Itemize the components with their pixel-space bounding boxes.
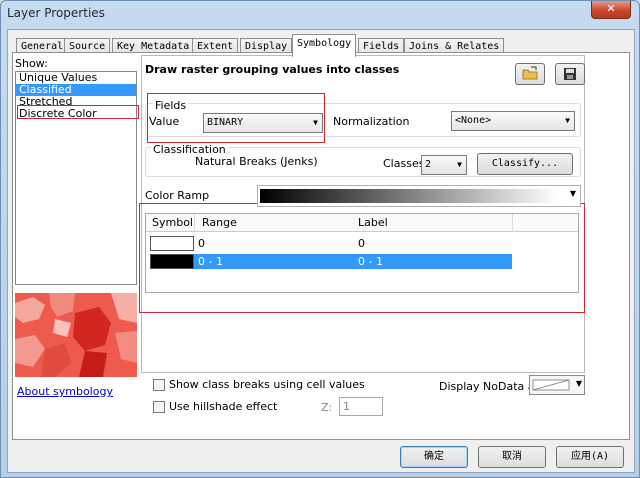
- range-cell: 0 - 1: [198, 255, 223, 268]
- about-symbology-link[interactable]: About symbology: [17, 385, 113, 398]
- cancel-button[interactable]: 取消: [478, 446, 546, 468]
- column-divider: [512, 214, 513, 232]
- symbol-swatch[interactable]: [150, 236, 194, 251]
- open-button[interactable]: [515, 63, 545, 85]
- range-cell: 0: [198, 237, 205, 250]
- chevron-down-icon: ▼: [457, 160, 462, 169]
- color-ramp-label: Color Ramp: [145, 189, 210, 202]
- nodata-color-picker[interactable]: ▼: [529, 375, 585, 395]
- color-ramp-dropdown[interactable]: ▼: [257, 185, 581, 207]
- chevron-down-icon: ▼: [565, 116, 570, 125]
- show-class-breaks-checkbox[interactable]: [153, 379, 165, 391]
- value-field-dropdown[interactable]: BINARY ▼: [203, 113, 323, 133]
- chevron-down-icon: ▼: [313, 118, 318, 127]
- col-label-header[interactable]: Label: [358, 216, 388, 229]
- highlight-box-classified: [17, 105, 139, 119]
- normalization-label: Normalization: [333, 115, 410, 128]
- save-disk-icon: [564, 68, 576, 80]
- ok-button[interactable]: 确定: [400, 446, 468, 468]
- z-factor-input[interactable]: 1: [339, 397, 383, 416]
- layer-properties-window: Layer Properties ✕ General Source Key Me…: [0, 0, 640, 478]
- symbology-preview-image: [15, 293, 137, 377]
- show-label: Show:: [15, 57, 48, 70]
- tab-symbology[interactable]: Symbology: [292, 34, 357, 57]
- col-symbol-header[interactable]: Symbol: [152, 216, 193, 229]
- title-bar[interactable]: Layer Properties ✕: [1, 1, 640, 29]
- open-folder-icon: [522, 66, 538, 80]
- chevron-down-icon: ▼: [575, 379, 582, 388]
- value-label: Value: [149, 115, 180, 128]
- classify-button[interactable]: Classify...: [477, 153, 573, 175]
- close-button[interactable]: ✕: [591, 1, 631, 19]
- normalization-dropdown[interactable]: <None> ▼: [451, 111, 575, 131]
- show-class-breaks-label: Show class breaks using cell values: [169, 378, 365, 391]
- table-row[interactable]: 0 - 1 0 - 1: [150, 254, 512, 269]
- color-ramp-gradient: [260, 189, 558, 203]
- renderer-heading: Draw raster grouping values into classes: [145, 63, 400, 76]
- classes-value: 2: [425, 159, 432, 170]
- no-color-swatch-icon: [532, 379, 570, 391]
- label-cell: 0 - 1: [358, 255, 383, 268]
- normalization-value: <None>: [455, 115, 492, 126]
- symbol-swatch[interactable]: [150, 254, 194, 269]
- classes-label: Classes: [383, 157, 425, 170]
- fields-group-label: Fields: [153, 99, 189, 112]
- table-row[interactable]: 0 0: [150, 236, 512, 251]
- class-table[interactable]: Symbol Range Label 0 0 0 - 1 0 - 1: [145, 213, 579, 293]
- chevron-down-icon: ▼: [569, 189, 576, 198]
- z-label: Z:: [321, 401, 333, 414]
- column-divider: [194, 214, 195, 232]
- classification-method: Natural Breaks (Jenks): [195, 155, 318, 168]
- window-title: Layer Properties: [7, 6, 105, 20]
- renderer-list[interactable]: Unique Values Classified Stretched Discr…: [15, 71, 137, 285]
- use-hillshade-label: Use hillshade effect: [169, 400, 278, 413]
- class-table-header: Symbol Range Label: [146, 214, 578, 232]
- display-nodata-label: Display NoData as: [439, 380, 541, 393]
- use-hillshade-checkbox[interactable]: [153, 401, 165, 413]
- col-range-header[interactable]: Range: [202, 216, 237, 229]
- label-cell: 0: [358, 237, 365, 250]
- classes-dropdown[interactable]: 2 ▼: [421, 155, 467, 175]
- value-field-value: BINARY: [207, 117, 244, 128]
- symbology-panel: Show: Unique Values Classified Stretched…: [12, 52, 630, 440]
- apply-button[interactable]: 应用(A): [556, 446, 624, 468]
- dialog-client: General Source Key Metadata Extent Displ…: [7, 29, 635, 473]
- save-button[interactable]: [555, 63, 585, 85]
